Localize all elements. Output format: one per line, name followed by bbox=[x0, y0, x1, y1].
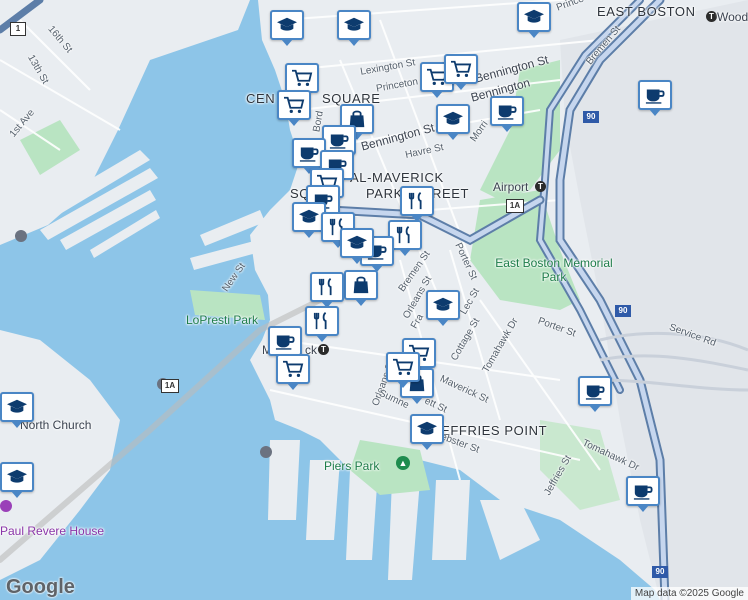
map-pin-food[interactable] bbox=[310, 272, 344, 308]
school-icon bbox=[7, 469, 27, 483]
lighthouse-icon bbox=[260, 446, 272, 458]
shopping-cart-icon bbox=[292, 69, 313, 86]
shopping-cart-icon bbox=[283, 360, 304, 377]
landmark-icon bbox=[0, 500, 12, 512]
map-pin-school[interactable] bbox=[517, 2, 551, 38]
tree-icon: ▲ bbox=[396, 456, 410, 470]
route-1a-shield: 1A bbox=[506, 199, 524, 213]
map-pin-cart[interactable] bbox=[277, 90, 311, 126]
shopping-bag-icon bbox=[353, 276, 369, 294]
coffee-cup-icon bbox=[497, 105, 517, 120]
fork-knife-icon bbox=[318, 278, 332, 296]
coffee-cup-icon bbox=[633, 485, 653, 500]
school-icon bbox=[524, 9, 544, 23]
map-pin-coffee[interactable] bbox=[578, 376, 612, 412]
coffee-cup-icon bbox=[585, 385, 605, 400]
transit-station-icon: T bbox=[535, 181, 546, 192]
map-pin-school[interactable] bbox=[337, 10, 371, 46]
map-pin-school[interactable] bbox=[270, 10, 304, 46]
school-icon bbox=[433, 297, 453, 311]
map-pin-food[interactable] bbox=[305, 306, 339, 342]
map-attribution[interactable]: Map data ©2025 Google bbox=[630, 587, 748, 600]
coffee-cup-icon bbox=[329, 134, 349, 149]
coffee-cup-icon bbox=[645, 89, 665, 104]
map-canvas[interactable]: EAST BOSTON CEN SQUARE AL-MAVERICK SQ PA… bbox=[0, 0, 748, 600]
school-icon bbox=[7, 399, 27, 413]
transit-station-icon: T bbox=[318, 344, 329, 355]
map-pin-coffee[interactable] bbox=[268, 326, 302, 362]
route-1-shield: 1 bbox=[10, 22, 26, 36]
map-pin-coffee[interactable] bbox=[626, 476, 660, 512]
route-1a-shield: 1A bbox=[161, 379, 179, 393]
lighthouse-icon bbox=[15, 230, 27, 242]
interstate-90-shield: 90 bbox=[652, 566, 668, 578]
map-pin-school[interactable] bbox=[436, 104, 470, 140]
map-pin-coffee[interactable] bbox=[638, 80, 672, 116]
map-pin-school[interactable] bbox=[410, 414, 444, 450]
map-pin-coffee[interactable] bbox=[490, 96, 524, 132]
map-base-layer bbox=[0, 0, 748, 600]
fork-knife-icon bbox=[396, 226, 410, 244]
map-pin-school[interactable] bbox=[426, 290, 460, 326]
school-icon bbox=[344, 17, 364, 31]
coffee-cup-icon bbox=[299, 147, 319, 162]
map-pin-cart[interactable] bbox=[285, 63, 319, 99]
map-pin-school[interactable] bbox=[340, 228, 374, 264]
interstate-90-shield: 90 bbox=[615, 305, 631, 317]
coffee-cup-icon bbox=[275, 335, 295, 350]
school-icon bbox=[347, 235, 367, 249]
interstate-90-shield: 90 bbox=[583, 111, 599, 123]
map-pin-cart[interactable] bbox=[444, 54, 478, 90]
shopping-cart-icon bbox=[451, 60, 472, 77]
map-pin-cart[interactable] bbox=[386, 352, 420, 388]
fork-knife-icon bbox=[408, 192, 422, 210]
map-pin-cart[interactable] bbox=[276, 354, 310, 390]
school-icon bbox=[277, 17, 297, 31]
map-pin-bag[interactable] bbox=[344, 270, 378, 306]
school-icon bbox=[299, 209, 319, 223]
map-pin-school[interactable] bbox=[0, 462, 34, 498]
map-pin-food[interactable] bbox=[400, 186, 434, 222]
google-logo: Google bbox=[6, 576, 75, 598]
shopping-cart-icon bbox=[393, 358, 414, 375]
fork-knife-icon bbox=[313, 312, 327, 330]
shopping-cart-icon bbox=[284, 96, 305, 113]
school-icon bbox=[443, 111, 463, 125]
transit-station-icon: T bbox=[706, 11, 717, 22]
map-pin-school[interactable] bbox=[0, 392, 34, 428]
school-icon bbox=[417, 421, 437, 435]
